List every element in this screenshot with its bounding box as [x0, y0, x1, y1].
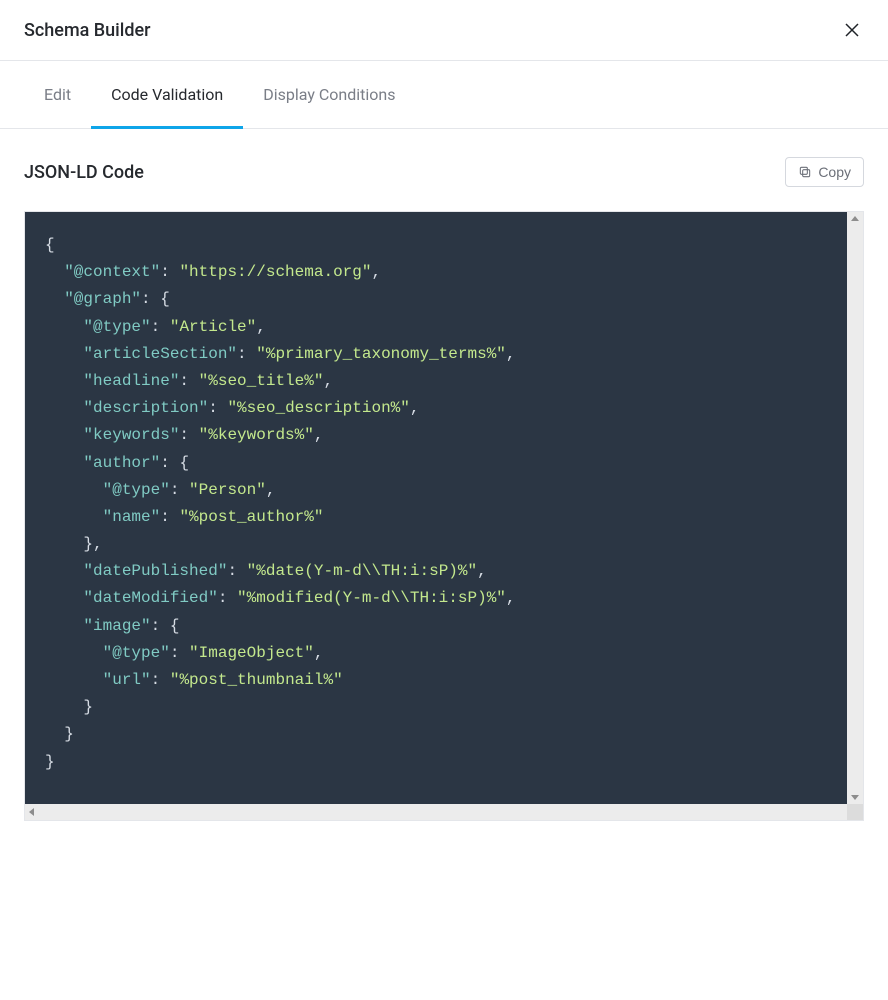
code-editor-wrapper: { "@context": "https://schema.org", "@gr… [24, 211, 864, 821]
modal-title: Schema Builder [24, 20, 151, 41]
vertical-scrollbar[interactable] [847, 212, 863, 804]
section-title: JSON-LD Code [24, 162, 144, 183]
scrollbar-corner [847, 804, 863, 820]
copy-icon [798, 165, 812, 179]
content-area: JSON-LD Code Copy { "@context": "https:/… [0, 129, 888, 849]
copy-button-label: Copy [818, 164, 851, 180]
code-editor[interactable]: { "@context": "https://schema.org", "@gr… [25, 212, 863, 804]
close-icon [843, 21, 861, 39]
tab-code-validation[interactable]: Code Validation [91, 61, 243, 129]
close-button[interactable] [840, 18, 864, 42]
tab-display-conditions[interactable]: Display Conditions [243, 61, 415, 129]
tabs-bar: Edit Code Validation Display Conditions [0, 61, 888, 129]
horizontal-scrollbar[interactable] [25, 804, 863, 820]
tab-edit[interactable]: Edit [24, 61, 91, 129]
modal-header: Schema Builder [0, 0, 888, 61]
copy-button[interactable]: Copy [785, 157, 864, 187]
section-header: JSON-LD Code Copy [24, 157, 864, 187]
